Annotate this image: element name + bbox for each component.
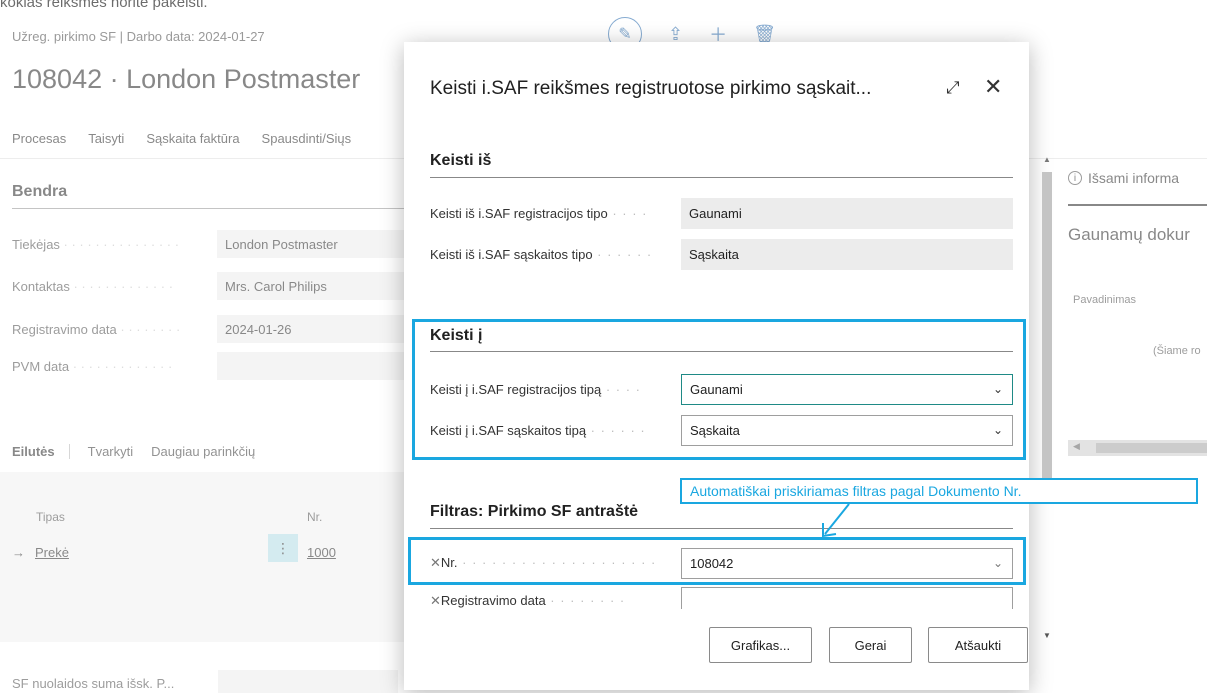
dialog-scroll-thumb[interactable] <box>1042 172 1052 488</box>
dialog-scrollbar[interactable]: ▲ ▼ <box>1040 155 1054 647</box>
expand-icon[interactable]: ⤢ <box>946 78 960 98</box>
dialog-title: Keisti i.SAF reikšmes registruotose pirk… <box>430 78 872 99</box>
ok-button[interactable]: Gerai <box>829 627 912 663</box>
from-inv-type-field: Keisti iš i.SAF sąskaitos tipo · · · · ·… <box>430 238 1013 270</box>
annotation-callout: Automatiškai priskiriamas filtras pagal … <box>680 478 1198 504</box>
filter-date-input[interactable] <box>681 587 1013 609</box>
section-change-from-title: Keisti iš <box>430 152 492 169</box>
annotation-arrow-icon <box>822 503 850 538</box>
from-reg-type-label: Keisti iš i.SAF registracijos tipo · · ·… <box>430 205 648 221</box>
highlight-change-to-box <box>412 319 1026 460</box>
highlight-filter-no-box <box>408 537 1026 585</box>
filter-date-field: ✕Registravimo data · · · · · · · · <box>430 587 1013 609</box>
from-reg-type-value: Gaunami <box>681 197 1013 229</box>
cancel-button[interactable]: Atšaukti <box>928 627 1028 663</box>
close-icon[interactable]: ✕ <box>984 74 1002 100</box>
section-filter-title: Filtras: Pirkimo SF antraštė <box>430 503 639 520</box>
from-inv-type-value: Sąskaita <box>681 238 1013 270</box>
from-inv-type-label: Keisti iš i.SAF sąskaitos tipo · · · · ·… <box>430 246 653 262</box>
filter-date-label: ✕Registravimo data · · · · · · · · <box>430 593 626 608</box>
section-divider <box>430 177 1013 178</box>
from-reg-type-field: Keisti iš i.SAF registracijos tipo · · ·… <box>430 197 1013 229</box>
section-divider <box>430 528 1013 529</box>
scroll-up-icon[interactable]: ▲ <box>1040 155 1054 164</box>
x-icon[interactable]: ✕ <box>430 593 441 608</box>
scroll-down-icon[interactable]: ▼ <box>1040 631 1054 640</box>
chart-button[interactable]: Grafikas... <box>709 627 812 663</box>
